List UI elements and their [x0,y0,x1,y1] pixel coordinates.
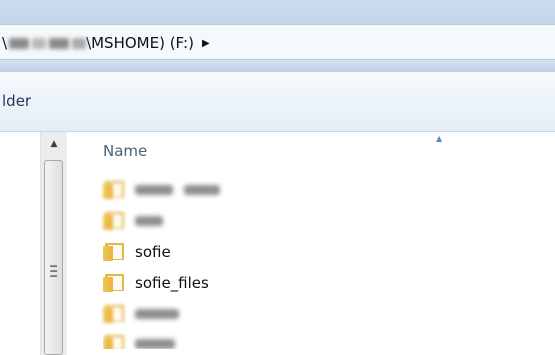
navigation-pane-scrollbar[interactable]: ▲ ━ ━ ━ [40,132,67,355]
chevron-right-icon[interactable]: ▶ [202,38,210,49]
breadcrumb-path-text[interactable]: \MSHOME) (F:) [86,34,194,52]
window-title-strip [0,0,555,24]
list-item[interactable]: sofie_files [103,267,553,298]
folder-icon [103,242,125,261]
address-bar-divider [0,60,555,72]
file-name: sofie_files [135,273,209,292]
toolbar: lder [0,72,555,132]
breadcrumb-redacted-segment: \ [2,34,87,52]
sort-ascending-icon: ▲ [436,134,443,143]
file-name-redacted [135,212,163,230]
file-name: sofie [135,242,171,261]
folder-icon [103,180,125,199]
list-item[interactable] [103,205,553,236]
folder-icon [103,335,125,349]
column-header-name[interactable]: Name [103,142,147,160]
list-item[interactable] [103,298,553,329]
list-item[interactable] [103,174,553,205]
list-item[interactable] [103,329,553,349]
folder-icon [103,273,125,292]
breadcrumb[interactable]: \ \MSHOME) (F:) ▶ [2,34,210,52]
file-name-redacted [135,335,175,349]
list-item[interactable]: sofie [103,236,553,267]
toolbar-new-folder-button[interactable]: lder [2,92,31,110]
scrollbar-thumb[interactable]: ━ ━ ━ [44,160,63,355]
file-name-redacted [135,305,179,323]
file-list: sofie sofie_files [103,174,553,349]
address-bar[interactable]: \ \MSHOME) (F:) ▶ [0,24,555,60]
arrow-up-icon[interactable]: ▲ [41,132,67,156]
folder-icon [103,304,125,323]
grip-icon: ━ ━ ━ [50,260,57,283]
file-name-redacted [135,181,220,199]
folder-icon [103,211,125,230]
navigation-pane [0,132,40,355]
